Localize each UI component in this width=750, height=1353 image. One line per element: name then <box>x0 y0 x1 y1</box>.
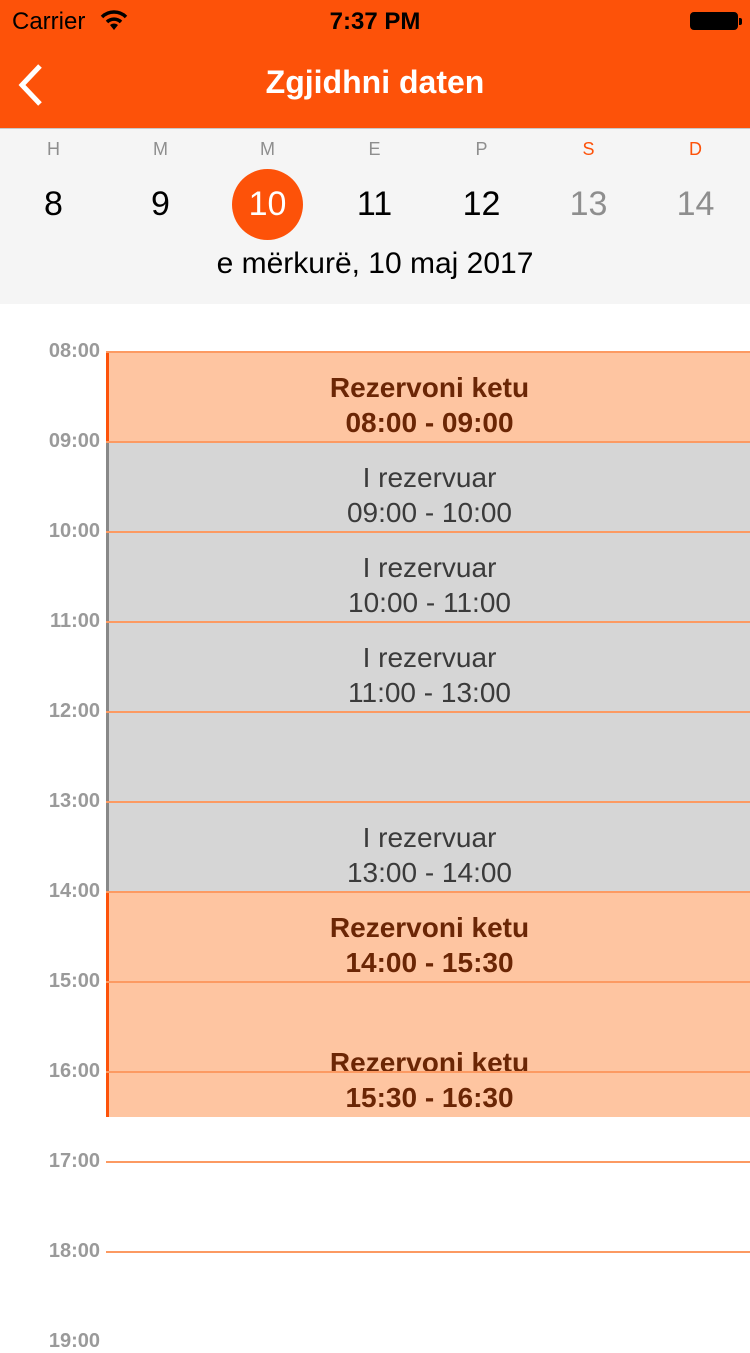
weekday-letter: M <box>153 139 168 159</box>
slot-time: 10:00 - 11:00 <box>348 587 511 618</box>
hour-line <box>106 801 750 803</box>
slot-time: 09:00 - 10:00 <box>346 497 513 528</box>
day-number: 12 <box>462 185 501 223</box>
hour-line <box>106 981 750 983</box>
slot-time: 11:00 - 13:00 <box>348 677 511 708</box>
week-strip: e mërkurë, 10 maj 2017 H 8 M 9 M 10 E 11 P 12 S 13 D… <box>0 128 750 304</box>
day-10[interactable]: M 10 <box>214 129 321 240</box>
hour-line <box>106 891 750 893</box>
available-slot[interactable]: Rezervoni ketu 08:00 - 09:00 <box>106 352 750 442</box>
booked-slot[interactable]: I rezervuar 10:00 - 11:00 <box>106 532 750 622</box>
day-number: 9 <box>151 185 170 223</box>
battery-icon <box>690 12 742 30</box>
day-schedule[interactable]: 08:00 09:00 10:00 11:00 12:00 13:00 14:00 15:00… <box>0 304 750 1352</box>
day-9[interactable]: M9 <box>107 129 214 239</box>
day-13[interactable]: S 13 <box>535 129 642 239</box>
day-number: 14 <box>676 185 715 223</box>
slot-title: I rezervuar <box>362 822 497 853</box>
hour-label: 14:00 <box>48 880 100 902</box>
clock: 7:37 PM <box>329 8 421 35</box>
hour-line <box>106 711 750 713</box>
hour-line <box>106 351 750 353</box>
slot-time: 15:30 - 16:30 <box>345 1082 514 1113</box>
day-12[interactable]: P 12 <box>428 129 535 239</box>
slot-title: Rezervoni ketu <box>329 372 530 403</box>
slot-title: I rezervuar <box>362 462 497 493</box>
hour-line <box>106 1161 750 1163</box>
page-title: Zgjidhni daten <box>265 64 485 100</box>
nav-bar: Carrier 7:37 PM Zgjidhni daten <box>0 0 750 128</box>
status-bar: Carrier 7:37 PM <box>0 0 750 40</box>
day-number: 10 <box>232 169 303 240</box>
hour-label: 08:00 <box>48 340 100 362</box>
hour-label: 12:00 <box>48 700 100 722</box>
day-number: 13 <box>569 185 608 223</box>
hour-label: 10:00 <box>48 520 100 542</box>
slot-title: I rezervuar <box>362 642 497 673</box>
hour-line <box>106 621 750 623</box>
weekday-letter: S <box>582 139 595 159</box>
weekday-letter: H <box>47 139 60 159</box>
hour-line <box>106 1251 750 1253</box>
hour-label: 15:00 <box>48 970 100 992</box>
slot-title: Rezervoni ketu <box>329 912 530 943</box>
day-8[interactable]: H8 <box>0 129 107 239</box>
slot-title: Rezervoni ketu <box>329 1047 530 1078</box>
weekday-letter: P <box>475 139 488 159</box>
booked-slot[interactable]: I rezervuar 09:00 - 10:00 <box>106 442 750 532</box>
hour-label: 13:00 <box>48 790 100 812</box>
day-11[interactable]: E 11 <box>321 129 428 239</box>
available-slot[interactable]: Rezervoni ketu 14:00 - 15:30 <box>106 892 750 1027</box>
weekday-letter: D <box>689 139 702 159</box>
slot-time: 08:00 - 09:00 <box>345 407 514 438</box>
hour-label: 17:00 <box>48 1150 100 1172</box>
hour-label: 18:00 <box>48 1240 100 1262</box>
hour-line <box>106 531 750 533</box>
hour-label: 11:00 <box>49 610 100 632</box>
day-14[interactable]: D 14 <box>642 129 749 239</box>
weekday-letter: M <box>260 139 275 159</box>
slot-title: I rezervuar <box>362 552 497 583</box>
hour-label: 19:00 <box>48 1330 100 1352</box>
hour-label: 16:00 <box>48 1060 100 1082</box>
hour-line <box>106 1071 750 1073</box>
booked-slot[interactable]: I rezervuar 13:00 - 14:00 <box>106 802 750 892</box>
weekday-letter: E <box>368 139 381 159</box>
day-number: 11 <box>356 185 393 223</box>
day-number: 8 <box>44 185 63 223</box>
slot-time: 14:00 - 15:30 <box>345 947 514 978</box>
hour-line <box>106 441 750 443</box>
selected-date: e mërkurë, 10 maj 2017 <box>216 247 534 280</box>
slot-time: 13:00 - 14:00 <box>346 857 513 888</box>
hour-label: 09:00 <box>48 430 100 452</box>
